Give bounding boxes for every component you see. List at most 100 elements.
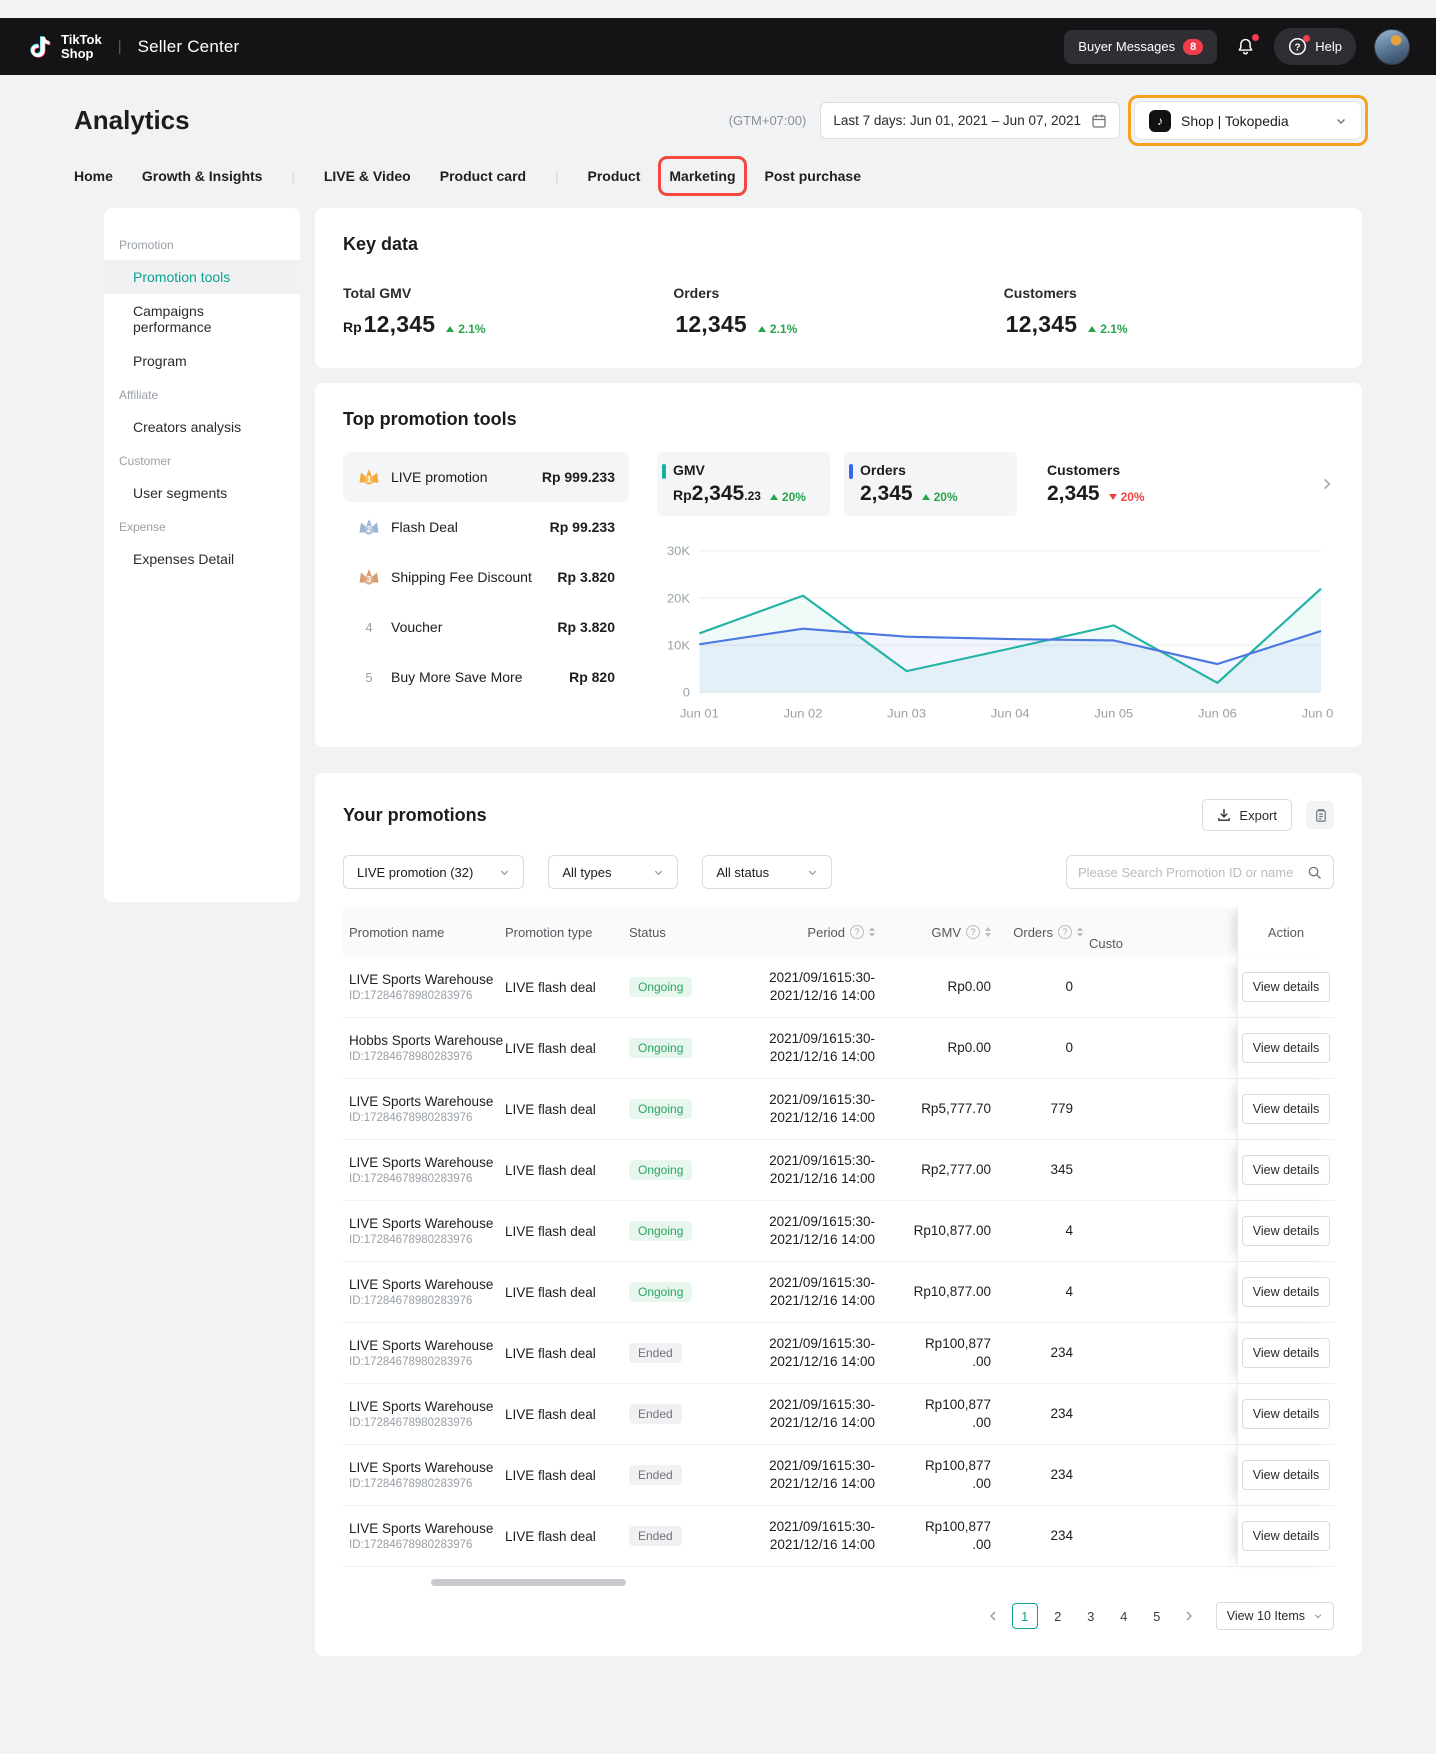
view-details-button[interactable]: View details [1242,1338,1330,1368]
clipboard-button[interactable] [1306,801,1334,829]
period-cell: 2021/09/1615:30-2021/12/16 14:00 [725,1152,875,1188]
rank-crown-icon: 3 [357,566,381,588]
sidebar-item[interactable]: Program [104,344,300,378]
filter-dropdown[interactable]: All types [548,855,678,889]
orders-cell: 345 [991,1161,1083,1179]
tab[interactable]: Home [74,162,113,190]
metric-card[interactable]: Orders 2,345 20% [844,452,1017,516]
title-row: Analytics (GTM+07:00) Last 7 days: Jun 0… [0,75,1436,140]
view-details-button[interactable]: View details [1242,972,1330,1002]
page-size-select[interactable]: View 10 Items [1216,1602,1334,1630]
promotion-name-cell: Hobbs Sports Warehouse ID:17284678980283… [343,1033,505,1063]
view-details-button[interactable]: View details [1242,1033,1330,1063]
metric-card[interactable]: GMV Rp 2,345 .23 20% [657,452,830,516]
status-badge: Ended [629,1526,682,1546]
page-prev-icon[interactable] [981,1603,1005,1629]
promotion-name-cell: LIVE Sports Warehouse ID:172846789802839… [343,1277,505,1307]
tool-row[interactable]: 5 Buy More Save More Rp 820 [343,652,629,702]
sidebar-section-promotion: Promotion Promotion tools Campaigns perf… [104,228,300,378]
tab[interactable]: LIVE & Video [324,162,411,190]
tab-divider: | [291,169,294,184]
filter-dropdown[interactable]: LIVE promotion (32) [343,855,524,889]
period-cell: 2021/09/1615:30-2021/12/16 14:00 [725,969,875,1005]
page-number[interactable]: 5 [1144,1603,1170,1629]
table-row: LIVE Sports Warehouse ID:172846789802839… [343,1323,1334,1384]
page-number[interactable]: 4 [1111,1603,1137,1629]
status-cell: Ongoing [629,1221,725,1241]
tool-row[interactable]: 2 Flash Deal Rp 99.233 [343,502,629,552]
tab[interactable]: Product card [440,162,526,190]
delta-badge: 2.1% [758,322,797,336]
svg-text:Jun 05: Jun 05 [1094,707,1133,720]
metric-card[interactable]: Customers 2,345 20% [1031,452,1204,516]
table-row: LIVE Sports Warehouse ID:172846789802839… [343,1140,1334,1201]
sidebar-item[interactable]: User segments [104,476,300,510]
key-metric: Total GMV Rp 12,345 2.1% [343,285,673,338]
info-icon[interactable]: ? [966,925,980,939]
status-cell: Ended [629,1526,725,1546]
notifications-bell-icon[interactable] [1235,36,1256,58]
col-promotion-name: Promotion name [343,925,505,940]
view-details-button[interactable]: View details [1242,1399,1330,1429]
avatar[interactable] [1374,29,1410,65]
export-button[interactable]: Export [1202,799,1292,831]
tab[interactable]: Post purchase [765,162,861,190]
your-promotions-card: Your promotions Export [315,773,1362,1656]
sidebar-item[interactable]: Campaigns performance [104,294,300,344]
col-promotion-type: Promotion type [505,925,629,940]
tab[interactable]: Product [587,162,640,190]
search-icon[interactable] [1307,865,1322,880]
tool-row[interactable]: 3 Shipping Fee Discount Rp 3.820 [343,552,629,602]
page-number[interactable]: 2 [1045,1603,1071,1629]
delta-badge: 2.1% [1088,322,1127,336]
shop-selector[interactable]: ♪ Shop | Tokopedia [1134,101,1362,140]
promotion-name-cell: LIVE Sports Warehouse ID:172846789802839… [343,1338,505,1368]
view-details-button[interactable]: View details [1242,1460,1330,1490]
action-cell: View details [1237,1506,1334,1566]
cards-scroll-right-icon[interactable] [1320,477,1334,491]
shop-bag-icon: ♪ [1149,110,1171,132]
view-details-button[interactable]: View details [1242,1094,1330,1124]
tool-row[interactable]: 1 LIVE promotion Rp 999.233 [343,452,629,502]
date-range-picker[interactable]: Last 7 days: Jun 01, 2021 – Jun 07, 2021 [820,102,1120,139]
tab[interactable]: Marketing [669,162,735,190]
tab[interactable]: Growth & Insights [142,162,263,190]
tiktok-shop-logo[interactable]: TikTokShop [26,32,102,62]
table-row: LIVE Sports Warehouse ID:172846789802839… [343,1262,1334,1323]
view-details-button[interactable]: View details [1242,1277,1330,1307]
view-details-button[interactable]: View details [1242,1216,1330,1246]
period-cell: 2021/09/1615:30-2021/12/16 14:00 [725,1274,875,1310]
view-details-button[interactable]: View details [1242,1521,1330,1551]
pagination: 1 2 3 4 5 View 10 Ite [343,1602,1334,1630]
promotion-id: ID:17284678980283976 [349,1295,505,1307]
chevron-down-icon [499,867,510,878]
top-tools-list: 1 LIVE promotion Rp 999.233 2 [343,452,629,729]
sidebar-item[interactable]: Creators analysis [104,410,300,444]
buyer-messages-button[interactable]: Buyer Messages 8 [1064,30,1217,64]
sidebar-item[interactable]: Promotion tools [104,260,300,294]
bell-red-dot [1252,34,1259,41]
help-button[interactable]: ? Help [1274,28,1356,65]
info-icon[interactable]: ? [1058,925,1072,939]
sidebar-section-expense: Expense Expenses Detail [104,510,300,576]
promotion-search-input[interactable] [1078,865,1307,880]
filter-dropdown[interactable]: All status [702,855,832,889]
chart-zone: GMV Rp 2,345 .23 20% [657,452,1334,729]
rank-crown-icon: 2 [357,516,381,538]
sidebar-item[interactable]: Expenses Detail [104,542,300,576]
status-cell: Ended [629,1465,725,1485]
orders-cell: 234 [991,1405,1083,1423]
action-cell: View details [1237,1262,1334,1322]
page-next-icon[interactable] [1177,1603,1201,1629]
promotion-id: ID:17284678980283976 [349,1417,505,1429]
tool-row[interactable]: 4 Voucher Rp 3.820 [343,602,629,652]
orders-cell: 234 [991,1527,1083,1545]
horizontal-scrollbar[interactable] [431,1579,626,1586]
page-number[interactable]: 1 [1012,1603,1038,1629]
timezone-label: (GTM+07:00) [729,113,807,128]
page-number[interactable]: 3 [1078,1603,1104,1629]
promotion-id: ID:17284678980283976 [349,1356,505,1368]
info-icon[interactable]: ? [850,925,864,939]
view-details-button[interactable]: View details [1242,1155,1330,1185]
gmv-cell: Rp10,877.00 [875,1222,991,1240]
